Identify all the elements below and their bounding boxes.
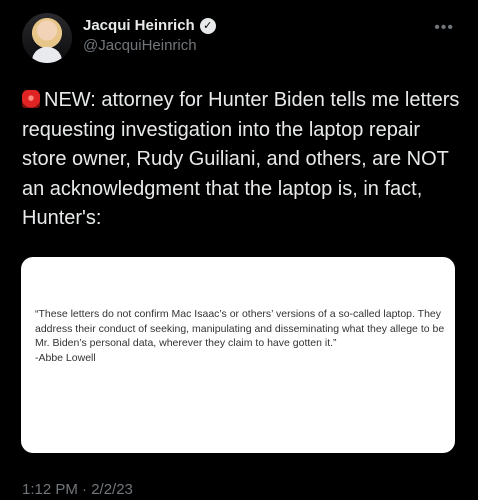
tweet-text: NEW: attorney for Hunter Biden tells me … — [22, 89, 460, 229]
quote-block: “These letters do not confirm Mac Isaac’… — [35, 307, 445, 365]
author-names[interactable]: Jacqui Heinrich ✓ @JacquiHeinrich — [83, 17, 216, 54]
author-display-name-row[interactable]: Jacqui Heinrich ✓ — [83, 17, 216, 34]
verified-badge-icon: ✓ — [199, 17, 216, 34]
avatar[interactable] — [22, 13, 72, 63]
tweet-text-block: NEW: attorney for Hunter Biden tells me … — [22, 86, 462, 234]
more-options-icon[interactable]: ••• — [434, 19, 454, 37]
quote-text: “These letters do not confirm Mac Isaac’… — [35, 308, 445, 350]
tweet-header: Jacqui Heinrich ✓ @JacquiHeinrich ••• — [22, 13, 478, 65]
tweet-timestamp[interactable]: 1:12 PM · 2/2/23 — [22, 481, 133, 498]
siren-icon — [22, 90, 40, 108]
quote-attribution: -Abbe Lowell — [35, 351, 96, 364]
tweet-image-card[interactable]: “These letters do not confirm Mac Isaac’… — [21, 257, 455, 453]
author-display-name[interactable]: Jacqui Heinrich — [83, 17, 195, 34]
author-handle[interactable]: @JacquiHeinrich — [83, 37, 216, 54]
